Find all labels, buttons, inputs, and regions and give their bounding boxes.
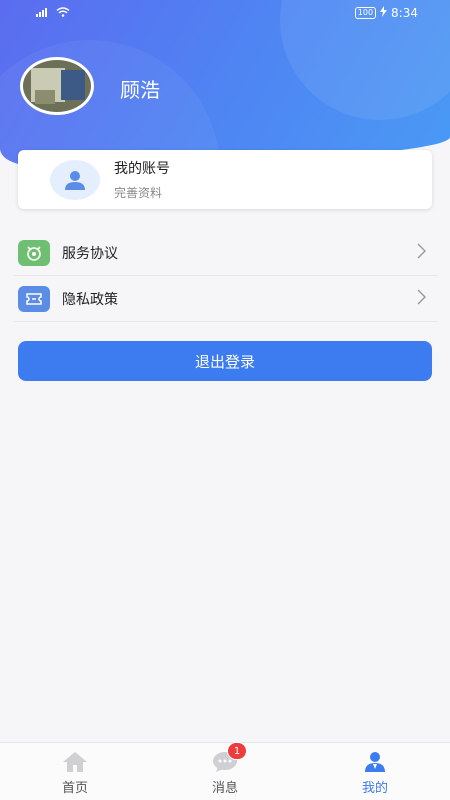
charging-icon [380, 6, 388, 20]
bottom-nav: 首页 1 消息 我的 [0, 742, 450, 800]
profile-avatar[interactable] [20, 57, 94, 115]
account-subtitle: 完善资料 [114, 186, 163, 200]
nav-label: 消息 [211, 781, 238, 796]
user-icon [50, 159, 100, 200]
battery-indicator: 100 [354, 7, 377, 19]
menu-item-privacy-policy[interactable]: 隐私政策 [14, 276, 438, 322]
unread-badge: 1 [227, 742, 247, 760]
logout-button[interactable]: 退出登录 [18, 341, 432, 381]
menu-item-service-agreement[interactable]: 服务协议 [14, 230, 438, 276]
nav-item-messages[interactable]: 1 消息 [150, 742, 300, 800]
profile-icon [362, 751, 388, 773]
account-card[interactable]: 我的账号 完善资料 [18, 150, 432, 209]
status-time: 8:34 [391, 6, 418, 20]
wifi-icon [56, 6, 70, 20]
nav-label: 我的 [361, 781, 388, 796]
nav-label: 首页 [61, 781, 88, 796]
menu-item-label: 服务协议 [62, 245, 118, 262]
settings-menu: 服务协议 隐私政策 [14, 230, 438, 322]
menu-item-label: 隐私政策 [62, 291, 118, 308]
nav-item-profile[interactable]: 我的 [300, 743, 450, 800]
account-title: 我的账号 [114, 161, 170, 177]
agreement-icon [18, 239, 50, 266]
user-name: 顾浩 [120, 78, 160, 102]
message-icon: 1 [212, 742, 247, 773]
nav-item-home[interactable]: 首页 [0, 743, 150, 800]
home-icon [62, 751, 88, 773]
privacy-ticket-icon [18, 285, 50, 312]
status-bar: 100 8:34 [0, 0, 450, 26]
signal-icon [36, 6, 50, 20]
chevron-right-icon [416, 289, 426, 309]
chevron-right-icon [416, 243, 426, 263]
